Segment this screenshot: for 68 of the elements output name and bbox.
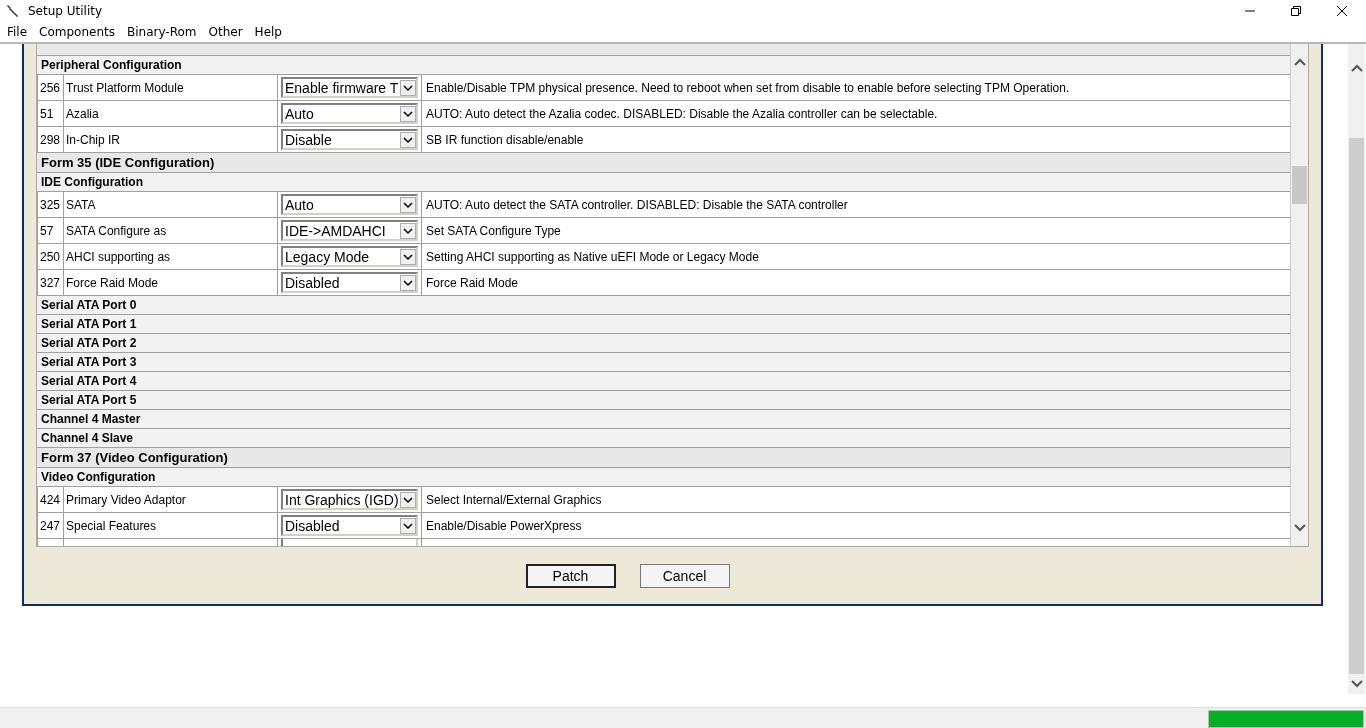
setting-number: 325 [37,192,63,217]
wrench-icon [6,4,20,18]
section-header: Channel 4 Slave [37,429,1290,448]
chevron-down-icon [400,222,416,239]
chevron-down-icon [400,491,416,508]
section-header: Serial ATA Port 0 [37,296,1290,315]
menu-item[interactable]: File [7,25,28,39]
menu-item[interactable]: Components [39,25,115,39]
option-dropdown[interactable]: Disable [281,129,418,150]
option-dropdown[interactable]: Int Graphics (IGD) [281,489,418,510]
section-header: Serial ATA Port 1 [37,315,1290,334]
option-dropdown[interactable]: Auto [281,103,418,124]
section-header: Serial ATA Port 4 [37,372,1290,391]
scroll-up-icon[interactable] [1293,58,1306,66]
chevron-down-icon [400,274,416,291]
setting-number: 250 [37,244,63,269]
menu-item[interactable]: Help [254,25,282,39]
chevron-down-icon [400,248,416,265]
chevron-down-icon [400,79,416,96]
setting-number: 51 [37,101,63,126]
option-dropdown[interactable]: Enable firmware T [281,77,418,98]
setting-name: SATA [63,192,277,217]
chevron-down-icon [400,196,416,213]
scroll-thumb[interactable] [1349,138,1364,674]
section-header: Channel 4 Master [37,410,1290,429]
form-header: Form 37 (Video Configuration) [37,448,1290,468]
setting-number: 327 [37,270,63,295]
option-dropdown[interactable]: Legacy Mode [281,246,418,267]
setting-number: 256 [37,75,63,100]
scroll-down-icon[interactable] [1293,524,1306,532]
chevron-down-icon [400,131,416,148]
scroll-down-icon[interactable] [1350,680,1363,688]
setting-number: 57 [37,218,63,243]
setting-name: AHCI supporting as [63,244,277,269]
option-dropdown[interactable]: Disabled [281,272,418,293]
menu-item[interactable]: Binary-Rom [127,25,197,39]
setting-number: 424 [37,487,63,512]
setting-name: Special Features [63,513,277,538]
scrollbar[interactable] [1348,44,1365,694]
chevron-down-icon [400,517,416,534]
section-header: Video Configuration [37,468,1290,487]
scrollbar[interactable] [1290,44,1308,546]
section-header: Serial ATA Port 5 [37,391,1290,410]
window-title: Setup Utility [28,4,104,18]
setting-name: Primary Video Adaptor [63,487,277,512]
close-icon[interactable] [1336,5,1348,17]
option-dropdown[interactable]: Auto [281,194,418,215]
section-header: Serial ATA Port 3 [37,353,1290,372]
scroll-thumb[interactable] [1292,166,1307,204]
setting-name: Trust Platform Module [63,75,277,100]
setting-name: SATA Configure as [63,218,277,243]
menu-item[interactable]: Other [208,25,243,39]
section-header: Serial ATA Port 2 [37,334,1290,353]
section-header: Peripheral Configuration [37,56,1290,75]
restore-icon[interactable] [1290,5,1302,17]
section-header: IDE Configuration [37,173,1290,192]
dialog-button[interactable]: Cancel [639,563,730,588]
form-header: Form 35 (IDE Configuration) [37,153,1290,173]
dialog-button[interactable]: Patch [525,563,616,588]
setting-number: 298 [37,127,63,152]
setting-number: 247 [37,513,63,538]
setting-name: Azalia [63,101,277,126]
scroll-up-icon[interactable] [1350,64,1363,72]
setting-name: Force Raid Mode [63,270,277,295]
option-dropdown[interactable]: Disabled [281,515,418,536]
option-dropdown[interactable]: IDE->AMDAHCI [281,220,418,241]
chevron-down-icon [400,105,416,122]
setting-name: In-Chip IR [63,127,277,152]
